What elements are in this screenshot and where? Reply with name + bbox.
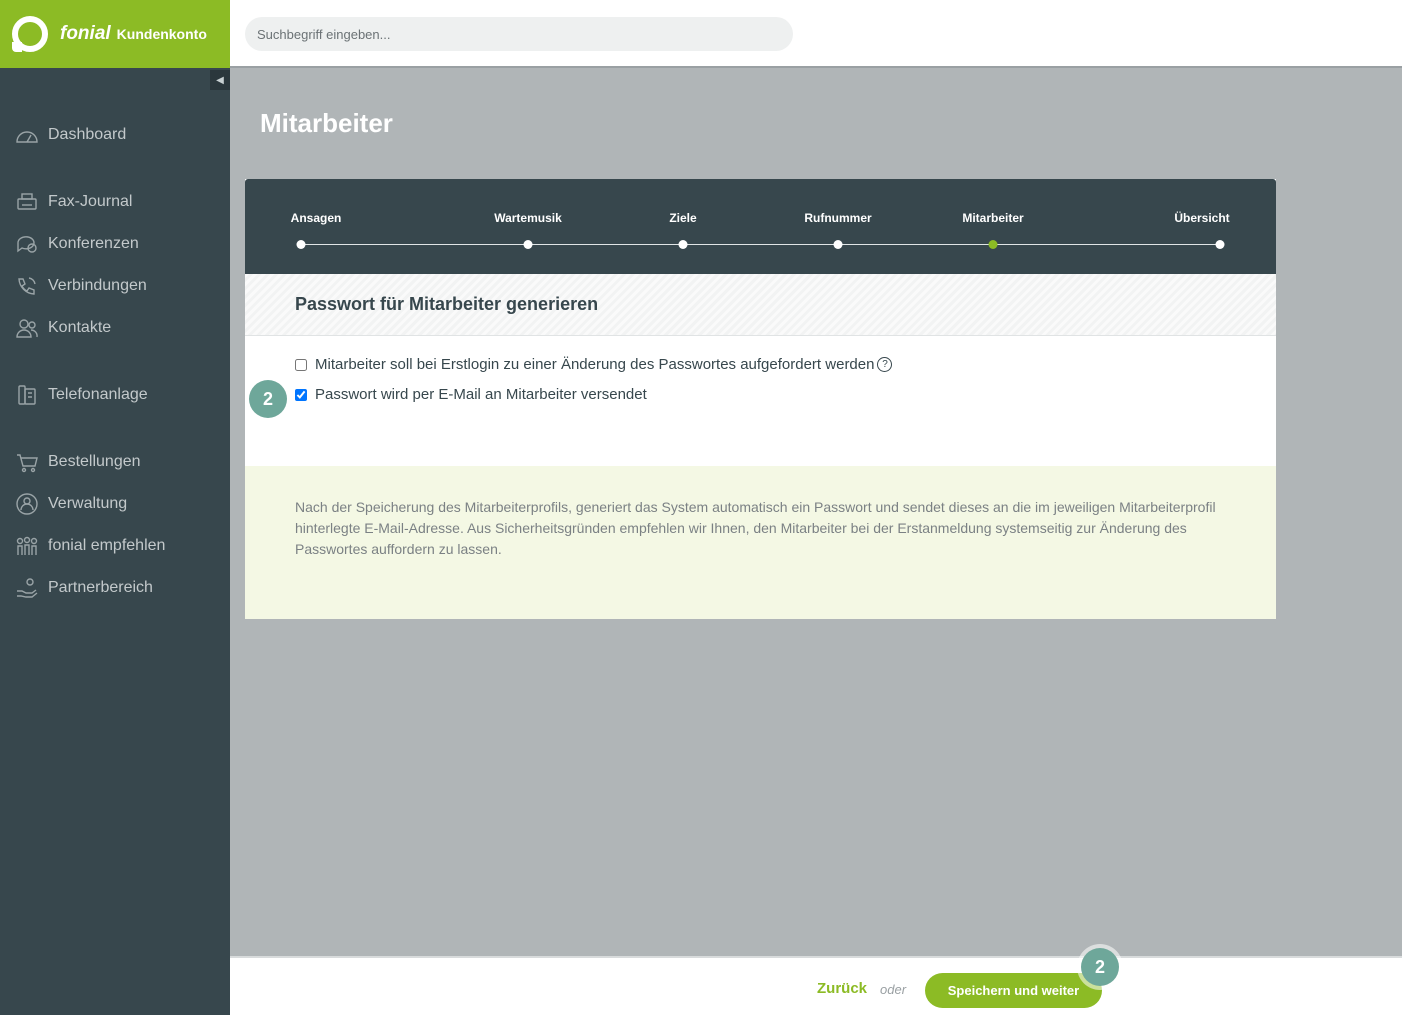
section-header: Passwort für Mitarbeiter generieren (245, 274, 1276, 336)
step-label-ansagen[interactable]: Ansagen (291, 211, 342, 225)
top-bar (230, 0, 1402, 68)
step-label-mitarbeiter[interactable]: Mitarbeiter (962, 211, 1023, 225)
step-dot[interactable] (833, 240, 843, 249)
step-dot[interactable] (678, 240, 688, 249)
sidebar-item-label: Partnerbereich (48, 579, 153, 596)
bottom-action-bar: Zurück oder Speichern und weiter (230, 956, 1402, 1015)
fax-icon (14, 191, 40, 213)
page-title: Mitarbeiter (260, 108, 393, 138)
contacts-icon (14, 317, 40, 339)
sidebar-item-verwaltung[interactable]: Verwaltung (0, 487, 230, 521)
admin-icon (14, 493, 40, 515)
send-email-checkbox[interactable] (295, 388, 307, 401)
step-label-wartemusik[interactable]: Wartemusik (494, 211, 562, 225)
or-separator: oder (880, 982, 907, 997)
sidebar-item-fonial-empfehlen[interactable]: fonial empfehlen (0, 529, 230, 563)
sidebar-item-telefonanlage[interactable]: Telefonanlage (0, 378, 230, 412)
send-email-label: Passwort wird per E-Mail an Mitarbeiter … (315, 386, 647, 403)
sidebar-item-label: Fax-Journal (48, 193, 133, 210)
wizard-card: Ansagen Wartemusik Ziele Rufnummer Mitar… (245, 179, 1276, 619)
step-dot[interactable] (1215, 240, 1225, 249)
sidebar-item-label: Bestellungen (48, 453, 141, 470)
step-dot-active[interactable] (988, 240, 998, 249)
step-label-uebersicht[interactable]: Übersicht (1174, 211, 1229, 225)
sidebar-item-dashboard[interactable]: Dashboard (0, 118, 230, 152)
step-badge: 2 (249, 380, 287, 418)
info-box: Nach der Speicherung des Mitarbeiterprof… (245, 466, 1276, 619)
cart-icon (14, 451, 40, 473)
sidebar: fonial Kundenkonto ◀ Dashboard Fax-Journ… (0, 0, 230, 1015)
dashboard-icon (14, 124, 40, 146)
step-dot[interactable] (296, 240, 306, 249)
force-change-checkbox[interactable] (295, 358, 307, 371)
conference-icon (14, 233, 40, 255)
fonial-logo-icon (12, 16, 48, 52)
brand-header[interactable]: fonial Kundenkonto (0, 0, 230, 68)
info-text: Nach der Speicherung des Mitarbeiterprof… (295, 499, 1216, 557)
phone-icon (14, 275, 40, 297)
step-label-rufnummer[interactable]: Rufnummer (804, 211, 871, 225)
sidebar-item-label: Dashboard (48, 126, 127, 143)
stepper-line (301, 244, 1221, 245)
sidebar-item-partnerbereich[interactable]: Partnerbereich (0, 571, 230, 605)
brand-name: fonial (60, 23, 111, 44)
recommend-icon (14, 535, 40, 557)
phone-system-icon (14, 384, 40, 406)
save-and-continue-button[interactable]: Speichern und weiter (925, 973, 1102, 1008)
sidebar-item-label: fonial empfehlen (48, 537, 166, 554)
sidebar-item-kontakte[interactable]: Kontakte (0, 311, 230, 345)
force-change-option[interactable]: Mitarbeiter soll bei Erstlogin zu einer … (295, 356, 893, 373)
sidebar-item-fax-journal[interactable]: Fax-Journal (0, 185, 230, 219)
save-badge: 2 (1081, 948, 1119, 986)
sidebar-item-label: Telefonanlage (48, 386, 148, 403)
collapse-sidebar-button[interactable]: ◀ (210, 70, 230, 90)
step-label-ziele[interactable]: Ziele (669, 211, 696, 225)
sidebar-item-label: Verbindungen (48, 277, 147, 294)
search-input[interactable] (245, 17, 793, 51)
email-option[interactable]: Passwort wird per E-Mail an Mitarbeiter … (295, 386, 647, 403)
step-dot[interactable] (523, 240, 533, 249)
back-link[interactable]: Zurück (817, 980, 867, 997)
sidebar-item-bestellungen[interactable]: Bestellungen (0, 445, 230, 479)
sidebar-item-label: Verwaltung (48, 495, 128, 512)
sidebar-item-label: Konferenzen (48, 235, 139, 252)
help-icon[interactable]: ? (877, 357, 893, 372)
sidebar-item-verbindungen[interactable]: Verbindungen (0, 269, 230, 303)
section-title: Passwort für Mitarbeiter generieren (295, 294, 599, 314)
partner-icon (14, 577, 40, 599)
password-options: Mitarbeiter soll bei Erstlogin zu einer … (245, 336, 1276, 466)
wizard-stepper: Ansagen Wartemusik Ziele Rufnummer Mitar… (245, 179, 1276, 274)
brand-subtitle: Kundenkonto (116, 26, 207, 42)
force-change-label: Mitarbeiter soll bei Erstlogin zu einer … (315, 356, 875, 373)
sidebar-item-konferenzen[interactable]: Konferenzen (0, 227, 230, 261)
sidebar-item-label: Kontakte (48, 319, 112, 336)
